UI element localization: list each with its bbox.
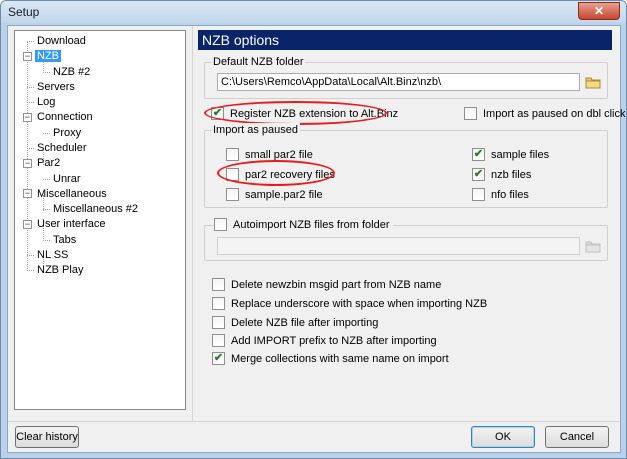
sample-par2-check[interactable]: [226, 187, 239, 201]
tree-item-miscellaneous-2[interactable]: Miscellaneous #2: [51, 202, 140, 216]
nfo-files-label: nfo files: [491, 189, 529, 201]
add-import-prefix-checkbox[interactable]: Add IMPORT prefix to NZB after importing: [212, 333, 437, 349]
import-paused-dblclick-checkbox[interactable]: Import as paused on dbl click: [464, 106, 625, 122]
tree-item-servers[interactable]: Servers: [35, 80, 77, 94]
default-folder-group-title: Default NZB folder: [211, 55, 306, 69]
tree-item-proxy[interactable]: Proxy: [51, 126, 83, 140]
tree-item-user-interface[interactable]: User interface: [35, 217, 107, 231]
tree-item-unrar[interactable]: Unrar: [51, 172, 83, 186]
dialog-client: − − − − − Download NZB NZB #2 Servers Lo…: [7, 25, 625, 453]
nzb-files-label: nzb files: [491, 169, 532, 181]
par2-collapse-toggle[interactable]: −: [23, 159, 32, 168]
tree-item-tabs[interactable]: Tabs: [51, 233, 78, 247]
autoimport-label: Autoimport NZB files from folder: [233, 219, 390, 231]
nzb-collapse-toggle[interactable]: −: [23, 52, 32, 61]
checkmark-icon: ✔: [473, 147, 484, 160]
sample-files-checkbox[interactable]: ✔ sample files: [472, 147, 549, 163]
window-title: Setup: [8, 5, 40, 19]
add-import-prefix-check[interactable]: [212, 333, 225, 347]
autoimport-folder-input[interactable]: [217, 237, 580, 255]
add-import-prefix-label: Add IMPORT prefix to NZB after importing: [231, 335, 437, 347]
default-folder-input[interactable]: C:\Users\Remco\AppData\Local\Alt.Binz\nz…: [217, 73, 580, 91]
replace-underscore-label: Replace underscore with space when impor…: [231, 298, 488, 310]
merge-collections-label: Merge collections with same name on impo…: [231, 353, 449, 365]
sample-par2-label: sample.par2 file: [245, 189, 323, 201]
nzb-files-check[interactable]: ✔: [472, 167, 485, 181]
replace-underscore-check[interactable]: [212, 296, 225, 310]
nfo-files-checkbox[interactable]: nfo files: [472, 187, 529, 203]
tree-item-miscellaneous[interactable]: Miscellaneous: [35, 187, 109, 201]
page-title: NZB options: [198, 30, 612, 50]
sample-files-check[interactable]: ✔: [472, 147, 485, 161]
nzb-files-checkbox[interactable]: ✔ nzb files: [472, 167, 531, 183]
tree-item-connection[interactable]: Connection: [35, 110, 95, 124]
close-button[interactable]: ✕: [578, 2, 620, 20]
sample-files-label: sample files: [491, 149, 550, 161]
folder-icon[interactable]: [585, 74, 601, 90]
tree-item-nzb-2[interactable]: NZB #2: [51, 65, 92, 79]
merge-collections-check[interactable]: ✔: [212, 351, 225, 365]
tree-item-par2[interactable]: Par2: [35, 156, 62, 170]
panel-divider: [192, 26, 193, 421]
delete-nzb-after-import-checkbox[interactable]: Delete NZB file after importing: [212, 315, 378, 331]
user-interface-collapse-toggle[interactable]: −: [23, 220, 32, 229]
autoimport-checkbox[interactable]: Autoimport NZB files from folder: [214, 217, 393, 233]
cancel-button[interactable]: Cancel: [545, 426, 609, 448]
ok-button[interactable]: OK: [471, 426, 535, 448]
import-paused-dblclick-label: Import as paused on dbl click: [483, 108, 626, 120]
merge-collections-checkbox[interactable]: ✔ Merge collections with same name on imp…: [212, 351, 449, 367]
folder-icon[interactable]: [585, 238, 601, 254]
miscellaneous-collapse-toggle[interactable]: −: [23, 189, 32, 198]
tree-item-log[interactable]: Log: [35, 95, 57, 109]
title-bar: Setup ✕: [1, 1, 626, 23]
tree-item-nzb-play[interactable]: NZB Play: [35, 263, 85, 277]
delete-newzbin-msgid-label: Delete newzbin msgid part from NZB name: [231, 279, 442, 291]
tree-item-download[interactable]: Download: [35, 34, 88, 48]
tree-item-scheduler[interactable]: Scheduler: [35, 141, 89, 155]
checkmark-icon: ✔: [213, 351, 224, 364]
delete-nzb-after-import-check[interactable]: [212, 315, 225, 329]
clear-history-button[interactable]: Clear history: [15, 426, 79, 448]
replace-underscore-checkbox[interactable]: Replace underscore with space when impor…: [212, 296, 487, 312]
annotation-circle-par2-recovery: [217, 160, 335, 186]
setup-window: Setup ✕ − − − − − Download NZB NZB #2 Se…: [0, 0, 627, 459]
settings-tree: − − − − − Download NZB NZB #2 Servers Lo…: [14, 30, 186, 410]
connection-collapse-toggle[interactable]: −: [23, 113, 32, 122]
nfo-files-check[interactable]: [472, 187, 485, 201]
footer-separator: [8, 421, 620, 422]
tree-item-nzb[interactable]: NZB: [35, 49, 61, 63]
tree-item-nl-ss[interactable]: NL SS: [35, 248, 70, 262]
small-par2-check[interactable]: [226, 147, 239, 161]
sample-par2-checkbox[interactable]: sample.par2 file: [226, 187, 323, 203]
delete-nzb-after-import-label: Delete NZB file after importing: [231, 317, 379, 329]
checkmark-icon: ✔: [473, 167, 484, 180]
import-paused-dblclick-check[interactable]: [464, 106, 477, 120]
delete-newzbin-msgid-check[interactable]: [212, 277, 225, 291]
delete-newzbin-msgid-checkbox[interactable]: Delete newzbin msgid part from NZB name: [212, 277, 441, 293]
import-as-paused-group-title: Import as paused: [211, 123, 300, 137]
autoimport-check[interactable]: [214, 217, 227, 231]
annotation-circle-register: [204, 101, 387, 125]
